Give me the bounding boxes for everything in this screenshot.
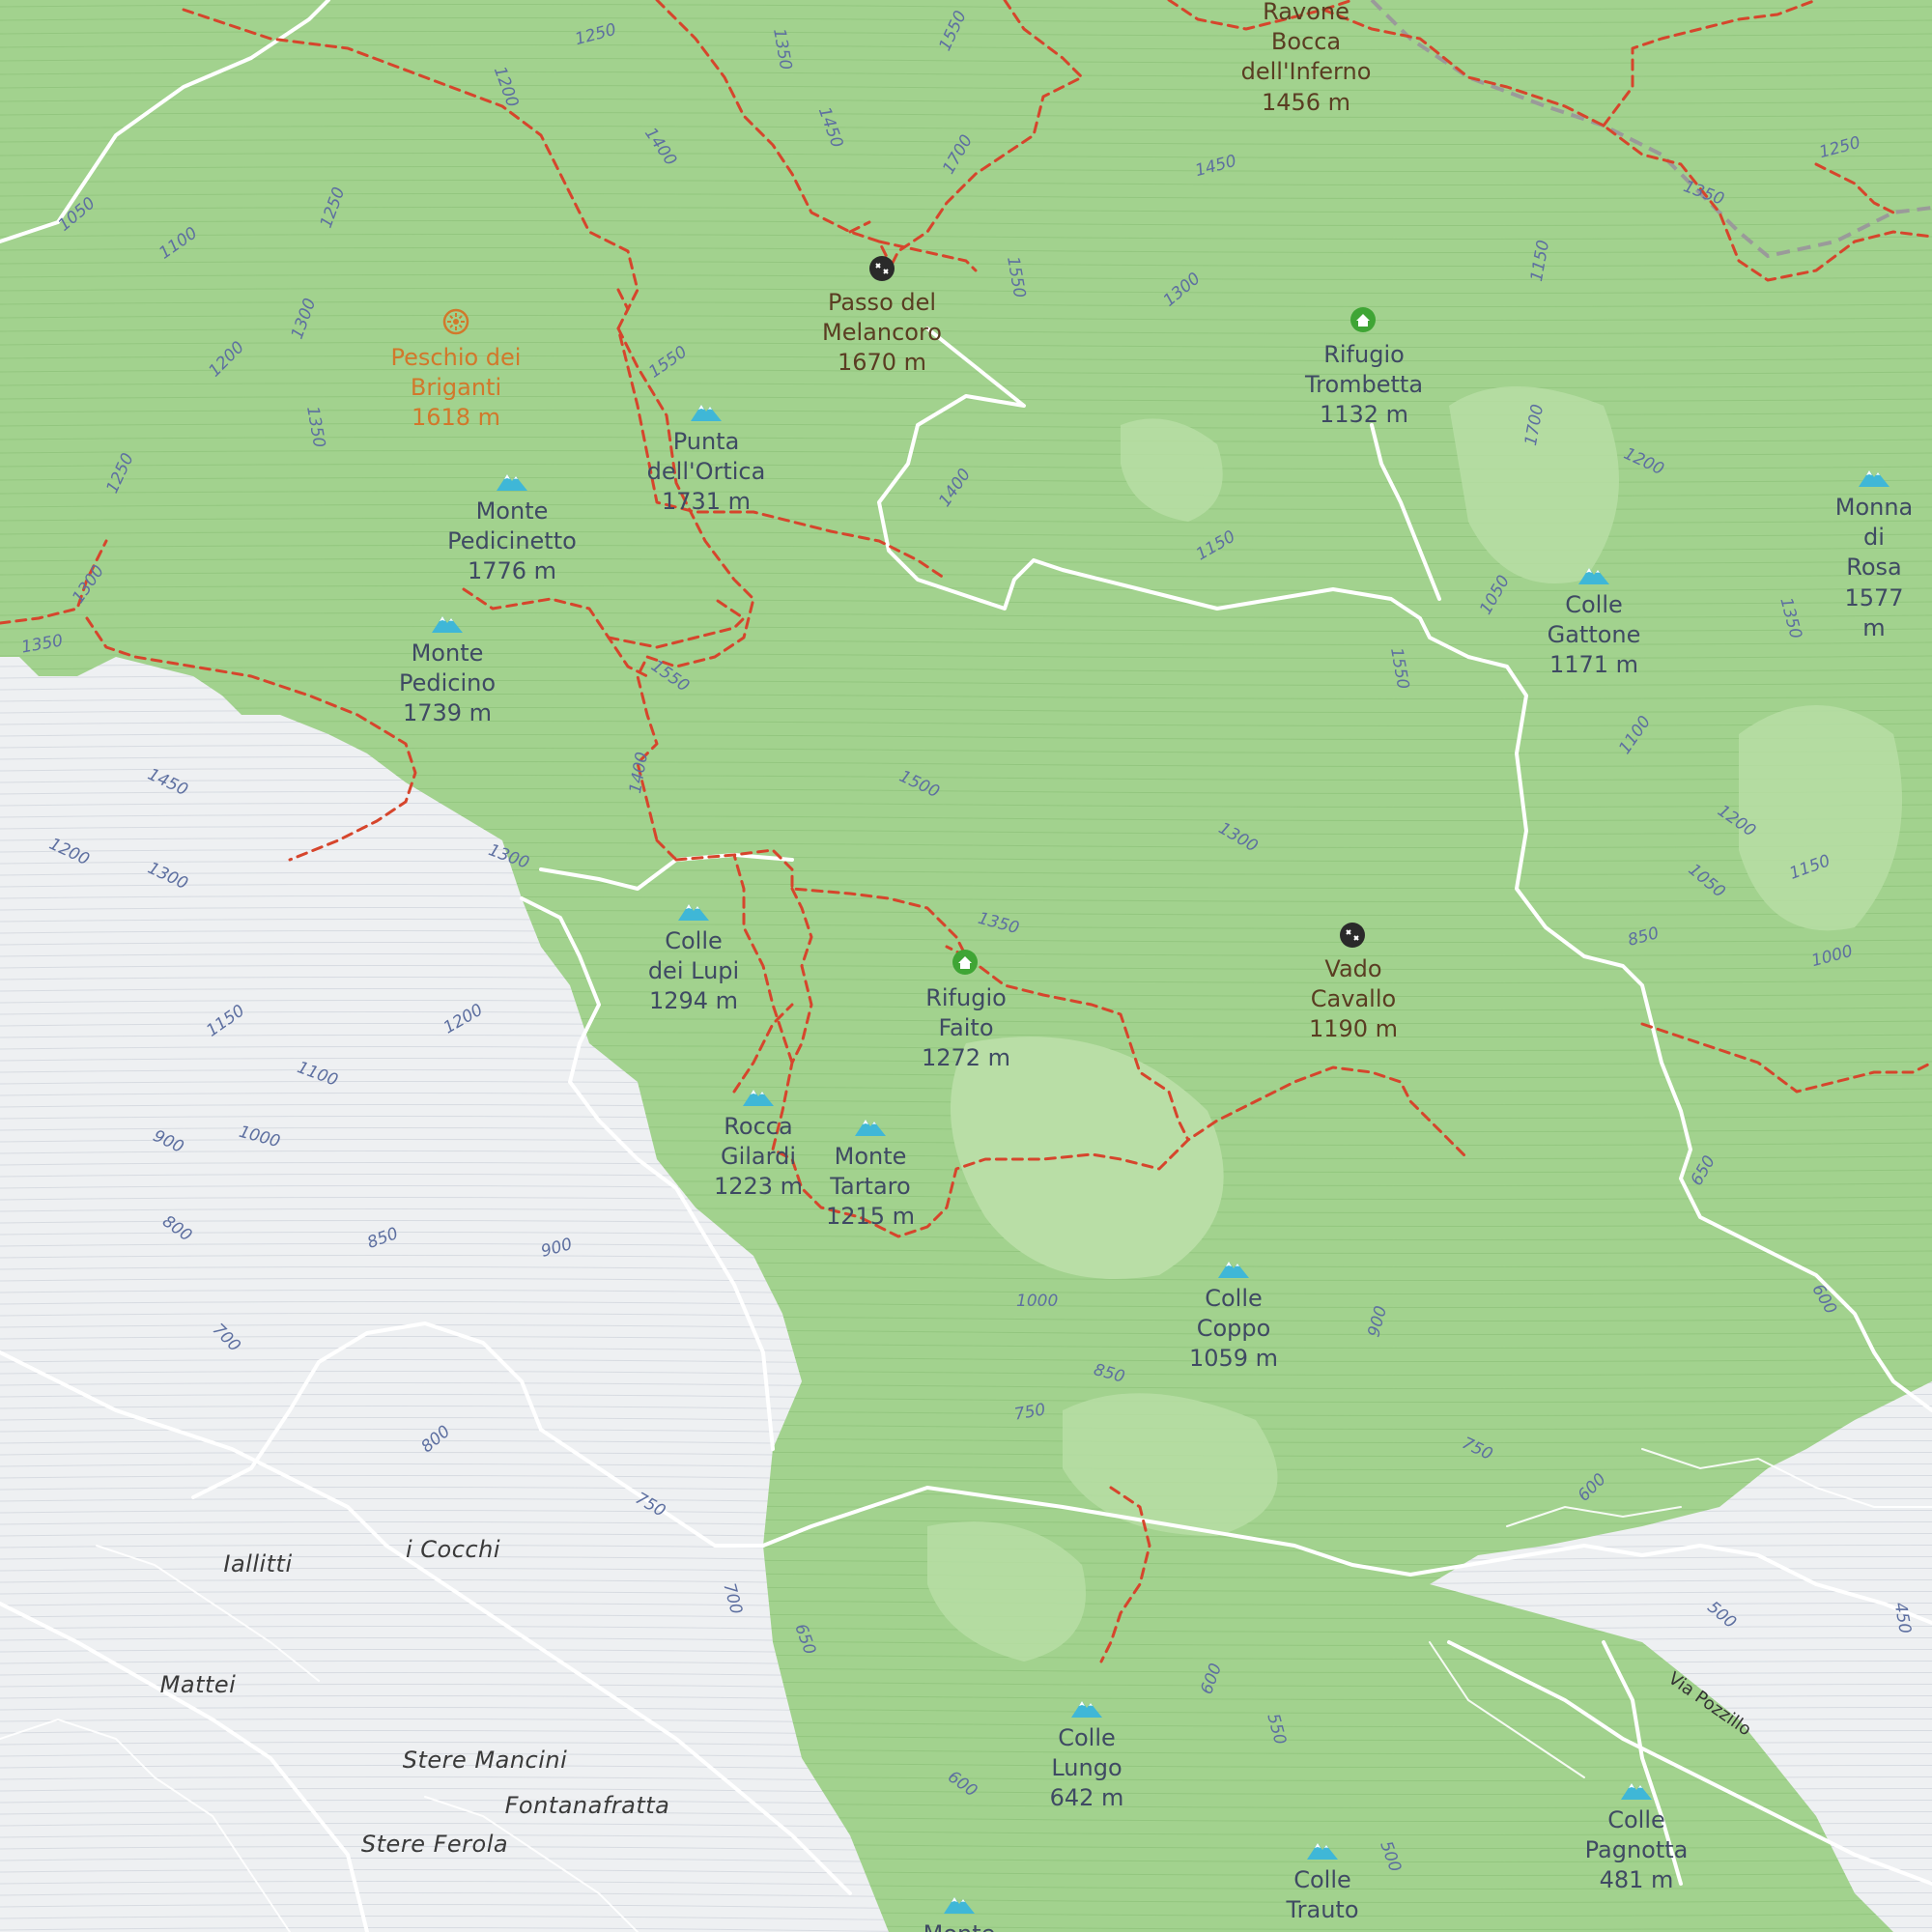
peak-icon[interactable] (854, 1116, 887, 1141)
peak-icon[interactable] (1858, 467, 1890, 492)
locality-stere-ferola: Stere Ferola (360, 1831, 509, 1858)
peak-label-colle-lungo[interactable]: Colle Lungo 642 m (1050, 1723, 1124, 1814)
locality-fontanafratta: Fontanafratta (504, 1792, 670, 1819)
peak-label-rocca-gilardi[interactable]: Rocca Gilardi 1223 m (714, 1112, 803, 1203)
pass-label-ravone[interactable]: Ravone Bocca dell'Inferno 1456 m (1241, 0, 1372, 118)
pass-label-vado-cavallo[interactable]: Vado Cavallo 1190 m (1309, 954, 1398, 1045)
peak-icon[interactable] (1070, 1697, 1103, 1722)
map-canvas[interactable]: 1250 1200 1050 1100 1250 1300 1200 1350 1250 1300… (0, 0, 1932, 1932)
contour-label: 1000 (1016, 1292, 1059, 1311)
hut-icon[interactable] (952, 949, 979, 980)
peak-icon[interactable] (1577, 564, 1610, 589)
hut-label-rifugio-faito[interactable]: Rifugio Faito 1272 m (922, 983, 1010, 1074)
peak-icon[interactable] (1306, 1839, 1339, 1864)
peak-label-punta-dell-ortica[interactable]: Punta dell'Ortica 1731 m (647, 427, 766, 518)
locality-i-cocchi: i Cocchi (405, 1536, 501, 1563)
peak-label-monte-tartaro[interactable]: Monte Tartaro 1215 m (826, 1142, 915, 1233)
peak-label-colle-gattone[interactable]: Colle Gattone 1171 m (1548, 590, 1641, 681)
peak-label-monna-di-rosa[interactable]: Monna di Rosa 1577 m (1835, 493, 1914, 643)
peak-label-monte-bottom[interactable]: Monte (923, 1919, 996, 1932)
peak-icon[interactable] (1217, 1258, 1250, 1283)
poi-label-peschio-dei-briganti[interactable]: Peschio dei Briganti 1618 m (391, 343, 522, 434)
peak-icon[interactable] (677, 900, 710, 925)
peak-icon[interactable] (431, 612, 464, 638)
pass-icon[interactable] (868, 255, 895, 286)
peak-label-colle-pagnotta[interactable]: Colle Pagnotta 481 m (1585, 1805, 1689, 1896)
hut-label-rifugio-trombetta[interactable]: Rifugio Trombetta 1132 m (1305, 340, 1423, 431)
peak-icon[interactable] (1620, 1779, 1653, 1804)
locality-mattei: Mattei (159, 1671, 237, 1698)
pass-icon[interactable] (1339, 922, 1366, 952)
peak-icon[interactable] (690, 401, 723, 426)
peak-label-monte-pedicino[interactable]: Monte Pedicino 1739 m (399, 639, 496, 729)
peak-label-monte-pedicinetto[interactable]: Monte Pedicinetto 1776 m (447, 497, 577, 587)
locality-stere-mancini: Stere Mancini (402, 1747, 568, 1774)
pass-label-passo-del-melancoro[interactable]: Passo del Melancoro 1670 m (822, 288, 942, 379)
peak-icon[interactable] (742, 1086, 775, 1111)
locality-iallitti: Iallitti (223, 1550, 293, 1577)
peak-label-colle-trauto[interactable]: Colle Trauto (1286, 1865, 1358, 1925)
peak-icon[interactable] (943, 1893, 976, 1918)
peak-label-colle-coppo[interactable]: Colle Coppo 1059 m (1189, 1284, 1278, 1375)
peak-icon[interactable] (496, 470, 528, 496)
hut-icon[interactable] (1350, 306, 1377, 337)
viewpoint-icon[interactable] (441, 307, 470, 340)
peak-label-colle-dei-lupi[interactable]: Colle dei Lupi 1294 m (648, 926, 739, 1017)
